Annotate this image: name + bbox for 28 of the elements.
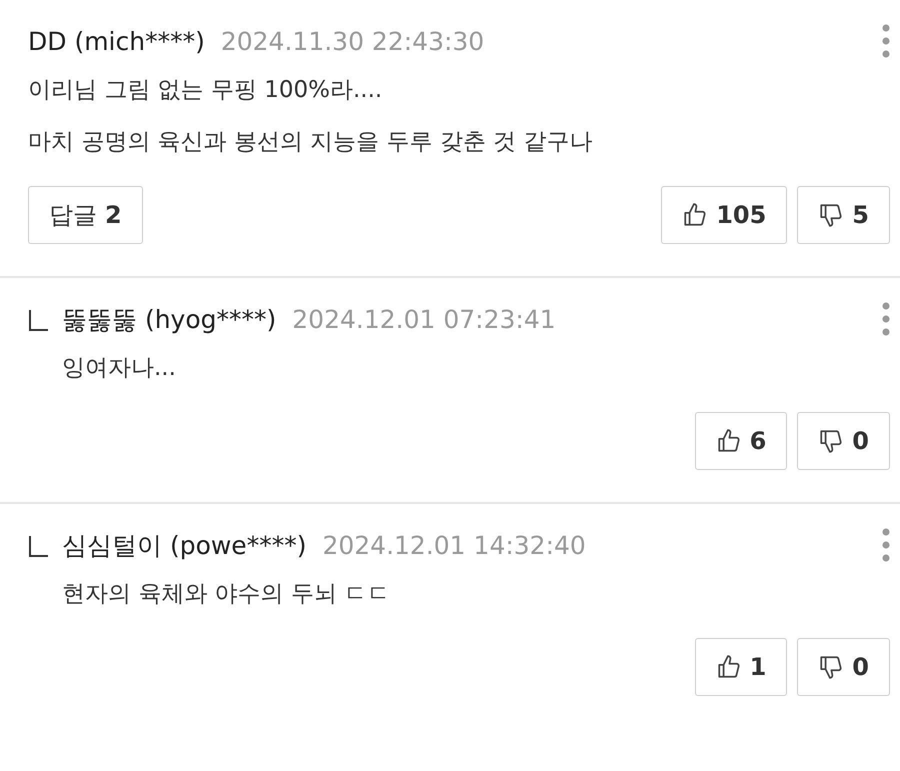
comment-time: 2024.11.30 22:43:30 bbox=[220, 26, 486, 56]
like-button[interactable]: 105 bbox=[661, 186, 788, 244]
thumbs-up-icon bbox=[716, 428, 742, 454]
thumbs-down-icon bbox=[818, 428, 844, 454]
reply-indicator-icon bbox=[28, 536, 48, 558]
comment-author: 심심털이 (powe****) bbox=[62, 530, 306, 562]
thumbs-up-icon bbox=[716, 654, 742, 680]
reply-indicator-icon bbox=[28, 310, 48, 332]
dislike-button[interactable]: 0 bbox=[797, 638, 890, 696]
dislike-button[interactable]: 0 bbox=[797, 412, 890, 470]
comment-time: 2024.12.01 14:32:40 bbox=[322, 530, 587, 560]
thumbs-down-icon bbox=[818, 202, 844, 228]
comment-author: DD (mich****) bbox=[28, 26, 205, 56]
comment-time: 2024.12.01 07:23:41 bbox=[292, 304, 557, 334]
like-button[interactable]: 1 bbox=[694, 638, 788, 696]
comment-author: 뚫뚫뚫 (hyog****) bbox=[62, 304, 276, 336]
comment-text: 현자의 육체와 야수의 두뇌 ㄷㄷ bbox=[62, 580, 392, 609]
more-options-icon[interactable] bbox=[882, 528, 890, 562]
like-button[interactable]: 6 bbox=[694, 412, 788, 470]
thumbs-down-icon bbox=[818, 654, 844, 680]
dislike-button[interactable]: 5 bbox=[797, 186, 890, 244]
comment-text: 잉여자나... bbox=[62, 354, 177, 383]
more-options-icon[interactable] bbox=[882, 302, 890, 336]
comment-text: 이리님 그림 없는 무핑 100%라.... bbox=[28, 76, 384, 105]
thumbs-up-icon bbox=[682, 202, 708, 228]
replies-button[interactable]: 답글 2 bbox=[28, 186, 143, 244]
comment-text: 마치 공명의 육신과 봉선의 지능을 두루 갖춘 것 같구나 bbox=[28, 128, 594, 157]
more-options-icon[interactable] bbox=[882, 24, 890, 58]
